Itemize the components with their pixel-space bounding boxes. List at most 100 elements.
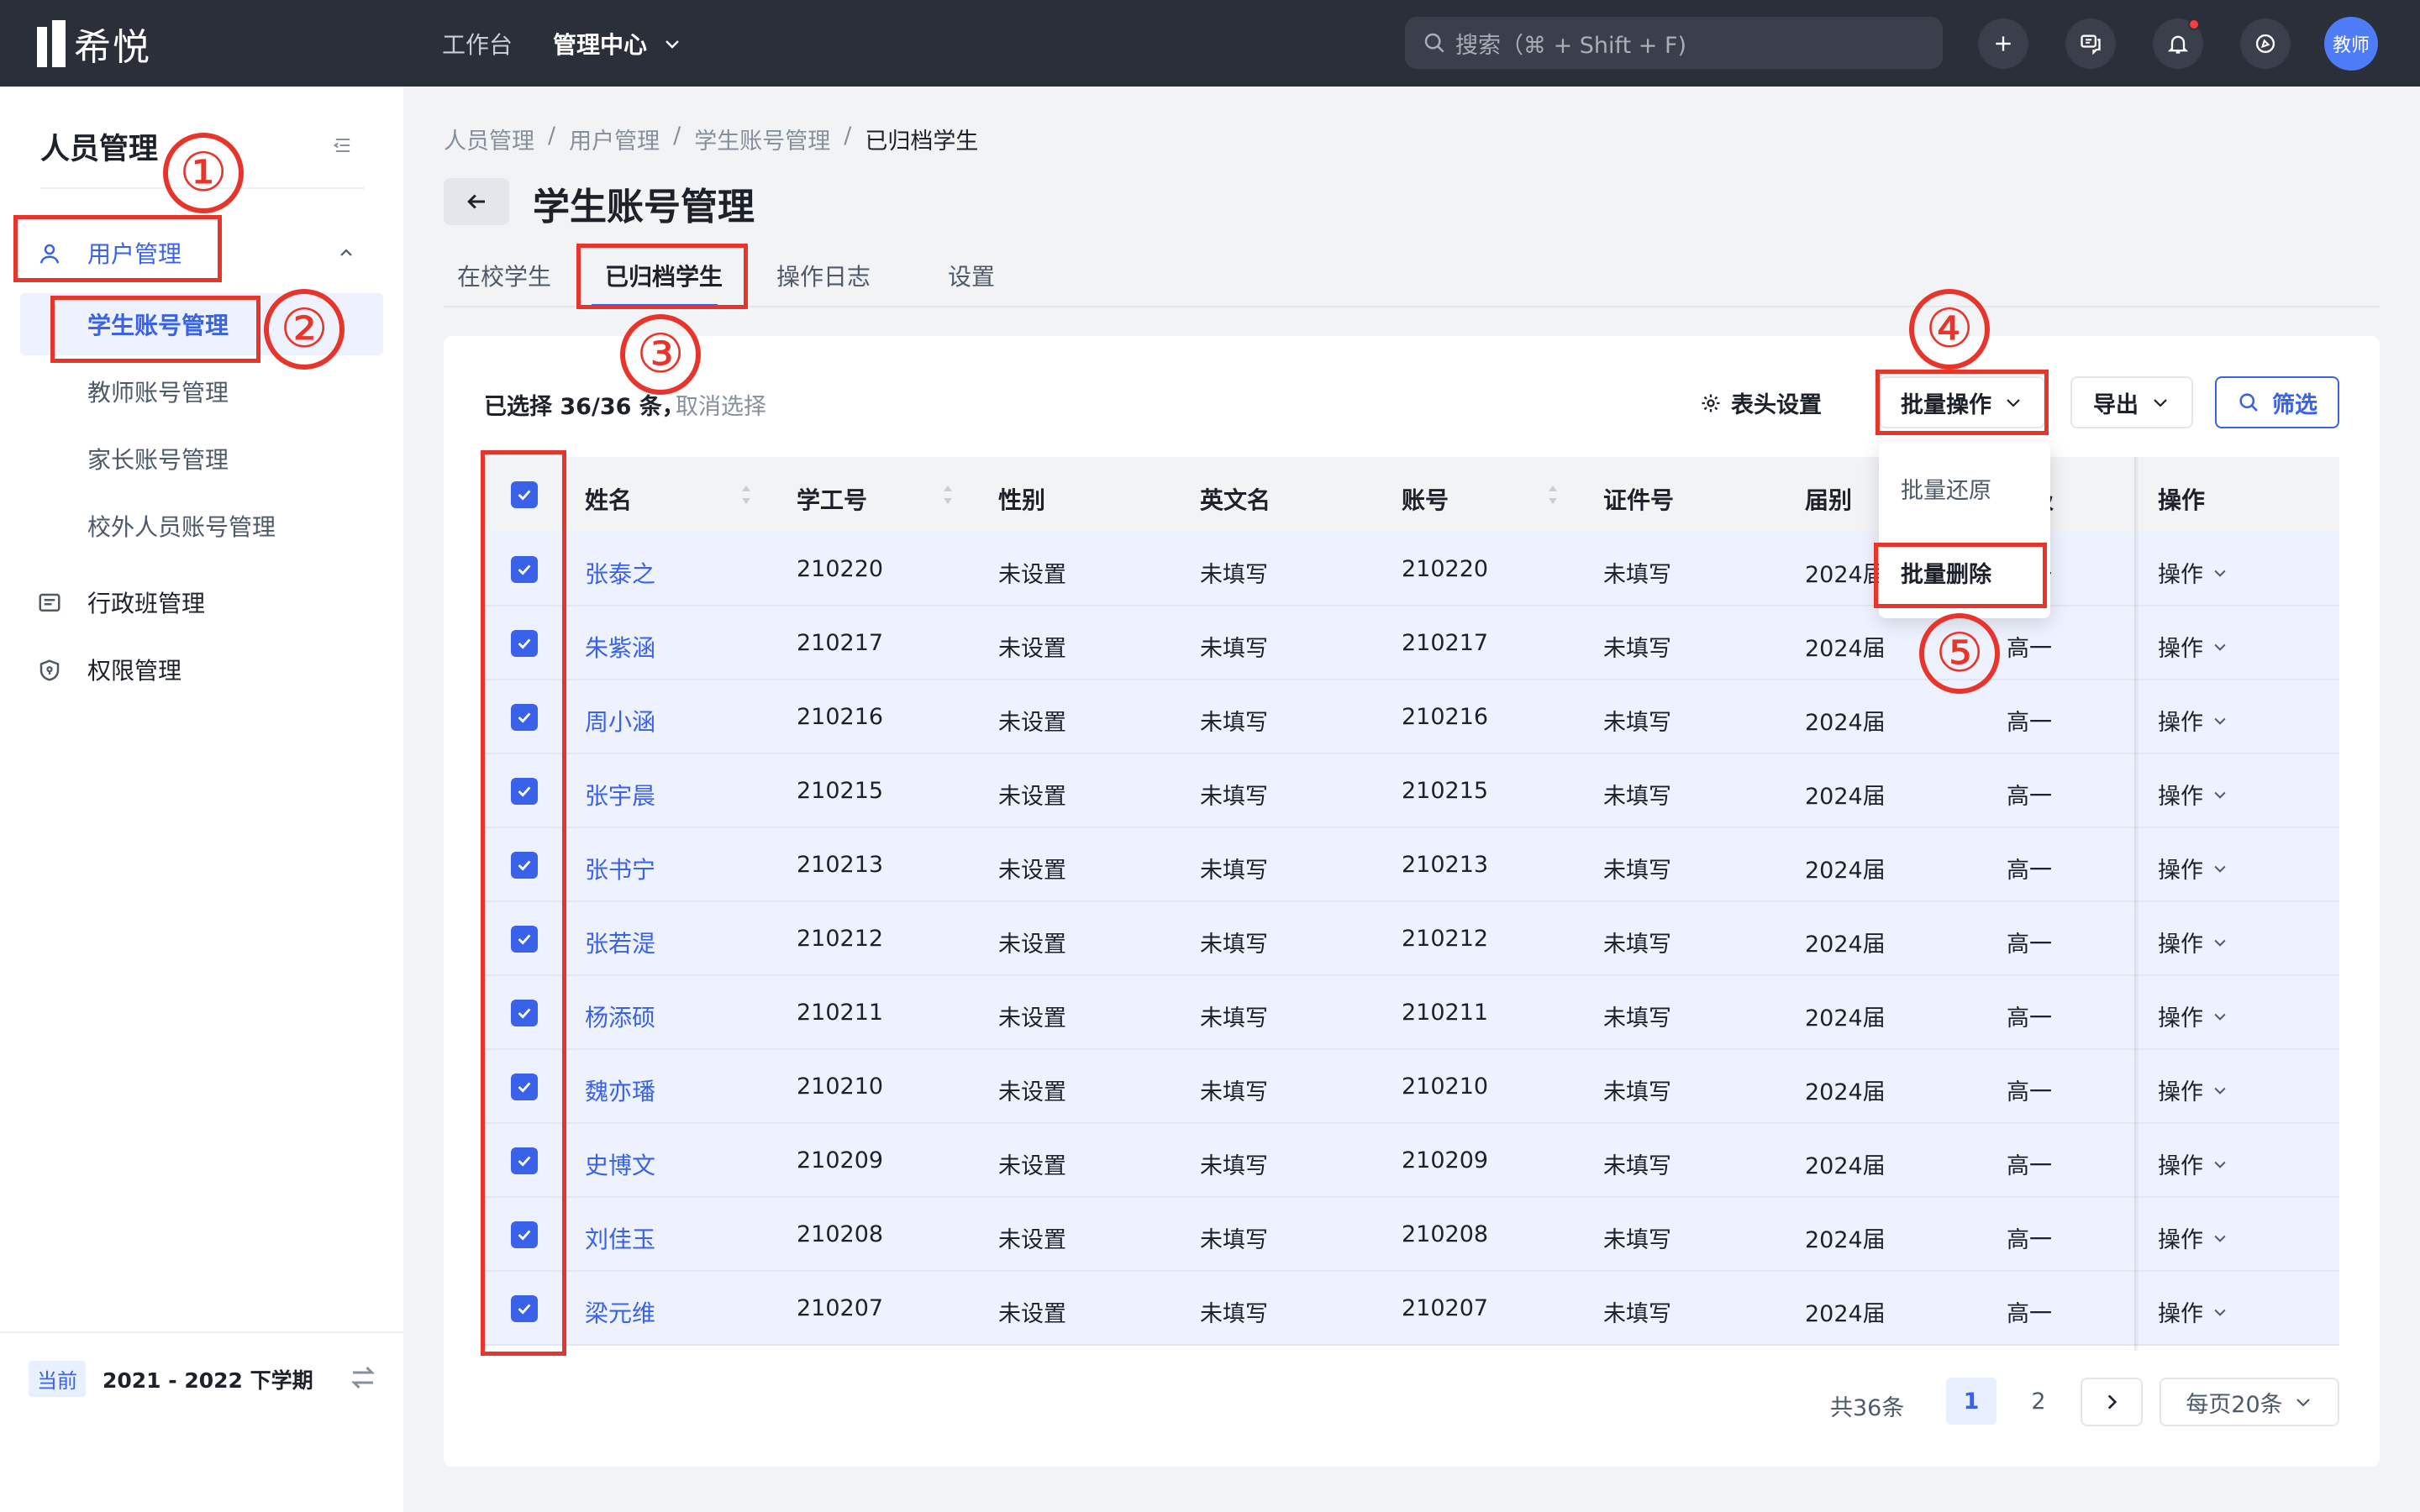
- cell-student-id: 210210: [797, 1074, 884, 1100]
- tab-operation-log[interactable]: 操作日志: [776, 259, 871, 292]
- chevron-down-icon: [2214, 717, 2226, 725]
- page-button-2[interactable]: 2: [2013, 1378, 2064, 1425]
- cell-name[interactable]: 魏亦璠: [585, 1074, 655, 1107]
- sidebar-item-parent-accounts[interactable]: 家长账号管理: [20, 428, 383, 490]
- table-row[interactable]: 朱紫涵 210217 未设置 未填写 210217 未填写 2024届 高一 操作: [484, 606, 2339, 680]
- annotation-box-4: [1876, 370, 2049, 435]
- cell-id-number: 未填写: [1603, 1301, 1671, 1327]
- filter-label: 筛选: [2272, 391, 2317, 418]
- table-row[interactable]: 魏亦璠 210210 未设置 未填写 210210 未填写 2024届 高一 操作: [484, 1050, 2339, 1124]
- sidebar-footer-divider: [0, 1331, 403, 1333]
- sidebar-item-label: 权限管理: [87, 657, 182, 685]
- messages-button[interactable]: [2065, 18, 2116, 69]
- sidebar-item-admin-class[interactable]: 行政班管理: [0, 572, 403, 633]
- annotation-box-1: [13, 215, 222, 282]
- sort-icon[interactable]: [739, 482, 753, 507]
- column-header-name[interactable]: 姓名: [585, 482, 632, 516]
- tab-enrolled-students[interactable]: 在校学生: [457, 259, 551, 292]
- sidebar-item-teacher-accounts[interactable]: 教师账号管理: [20, 360, 383, 423]
- next-page-button[interactable]: [2081, 1378, 2143, 1426]
- row-actions-dropdown[interactable]: 操作: [2158, 1221, 2228, 1254]
- back-button[interactable]: [444, 178, 509, 225]
- cell-gender: 未设置: [998, 710, 1066, 736]
- row-actions-dropdown[interactable]: 操作: [2158, 1000, 2228, 1032]
- column-settings-button[interactable]: 表头设置: [1699, 386, 1822, 419]
- sort-icon[interactable]: [1546, 482, 1560, 507]
- export-button[interactable]: 导出: [2070, 376, 2193, 428]
- cell-account: 210211: [1402, 1000, 1489, 1026]
- cell-name[interactable]: 梁元维: [585, 1295, 655, 1329]
- cell-id-number: 未填写: [1603, 636, 1671, 662]
- class-list-icon: [39, 593, 60, 612]
- cell-english-name: 未填写: [1200, 932, 1268, 958]
- cell-cohort: 2024届: [1805, 1153, 1886, 1179]
- chevron-down-icon: [2214, 939, 2226, 947]
- notifications-button[interactable]: [2153, 18, 2203, 69]
- cell-name[interactable]: 张泰之: [585, 556, 655, 590]
- tab-settings[interactable]: 设置: [948, 259, 995, 292]
- table-row[interactable]: 张书宁 210213 未设置 未填写 210213 未填写 2024届 高一 操作: [484, 828, 2339, 902]
- cell-name[interactable]: 朱紫涵: [585, 630, 655, 664]
- row-actions-dropdown[interactable]: 操作: [2158, 630, 2228, 663]
- cell-cohort: 2024届: [1805, 1005, 1886, 1032]
- row-actions-dropdown[interactable]: 操作: [2158, 852, 2228, 885]
- cell-gender: 未设置: [998, 1301, 1066, 1327]
- nav-workbench[interactable]: 工作台: [442, 0, 513, 87]
- table-row[interactable]: 梁元维 210207 未设置 未填写 210207 未填写 2024届 高一 操作: [484, 1272, 2339, 1346]
- row-actions-dropdown[interactable]: 操作: [2158, 556, 2228, 589]
- cell-id-number: 未填写: [1603, 858, 1671, 884]
- page-size-select[interactable]: 每页20条: [2160, 1378, 2339, 1426]
- table-row[interactable]: 张若湜 210212 未设置 未填写 210212 未填写 2024届 高一 操作: [484, 902, 2339, 976]
- column-header-account[interactable]: 账号: [1402, 482, 1449, 516]
- page-button-1[interactable]: 1: [1946, 1378, 1996, 1425]
- help-button[interactable]: [2240, 18, 2291, 69]
- cell-name[interactable]: 刘佳玉: [585, 1221, 655, 1255]
- row-actions-dropdown[interactable]: 操作: [2158, 704, 2228, 737]
- cell-name[interactable]: 史博文: [585, 1147, 655, 1181]
- row-actions-dropdown[interactable]: 操作: [2158, 1074, 2228, 1106]
- logo-text: 希悦: [74, 26, 151, 69]
- breadcrumb-item[interactable]: 人员管理: [444, 123, 534, 155]
- chevron-down-icon: [2214, 1309, 2226, 1316]
- cell-grade: 高一: [2007, 932, 2052, 958]
- user-avatar[interactable]: 教师: [2324, 17, 2378, 71]
- table-row[interactable]: 史博文 210209 未设置 未填写 210209 未填写 2024届 高一 操作: [484, 1124, 2339, 1198]
- app-logo[interactable]: 希悦: [37, 20, 151, 69]
- breadcrumb-item[interactable]: 用户管理: [569, 123, 660, 155]
- sort-icon[interactable]: [941, 482, 955, 507]
- table-row[interactable]: 杨添硕 210211 未设置 未填写 210211 未填写 2024届 高一 操作: [484, 976, 2339, 1050]
- row-actions-dropdown[interactable]: 操作: [2158, 778, 2228, 811]
- table-row[interactable]: 周小涵 210216 未设置 未填写 210216 未填写 2024届 高一 操作: [484, 680, 2339, 754]
- column-header-student-id[interactable]: 学工号: [797, 482, 867, 516]
- nav-admin-center[interactable]: 管理中心: [553, 0, 682, 87]
- filter-button[interactable]: 筛选: [2215, 376, 2339, 428]
- row-actions-dropdown[interactable]: 操作: [2158, 926, 2228, 958]
- breadcrumb-item[interactable]: 学生账号管理: [694, 123, 830, 155]
- cancel-selection-link[interactable]: 取消选择: [676, 388, 766, 421]
- logo-mark-icon: [37, 20, 66, 67]
- table-row[interactable]: 张宇晨 210215 未设置 未填写 210215 未填写 2024届 高一 操作: [484, 754, 2339, 828]
- cell-name[interactable]: 周小涵: [585, 704, 655, 738]
- row-actions-dropdown[interactable]: 操作: [2158, 1295, 2228, 1328]
- cell-name[interactable]: 杨添硕: [585, 1000, 655, 1033]
- cell-name[interactable]: 张书宁: [585, 852, 655, 885]
- row-actions-label: 操作: [2158, 636, 2203, 662]
- cell-student-id: 210215: [797, 778, 884, 804]
- sidebar-item-external-accounts[interactable]: 校外人员账号管理: [20, 495, 383, 557]
- cell-name[interactable]: 张若湜: [585, 926, 655, 959]
- add-button[interactable]: [1978, 18, 2028, 69]
- annotation-box-5: [1874, 543, 2047, 608]
- row-actions-dropdown[interactable]: 操作: [2158, 1147, 2228, 1180]
- chevron-down-icon: [2296, 1399, 2310, 1407]
- breadcrumb-separator: /: [673, 123, 681, 149]
- table-row[interactable]: 刘佳玉 210208 未设置 未填写 210208 未填写 2024届 高一 操作: [484, 1198, 2339, 1272]
- plus-icon: [1996, 36, 2011, 51]
- row-actions-label: 操作: [2158, 1227, 2203, 1253]
- collapse-sidebar-icon[interactable]: [331, 134, 355, 157]
- sidebar-item-permissions[interactable]: 权限管理: [0, 639, 403, 700]
- menu-item-bulk-restore[interactable]: 批量还原: [1901, 472, 1991, 505]
- global-search-input[interactable]: 搜索（⌘ + Shift + F): [1405, 17, 1943, 69]
- cell-name[interactable]: 张宇晨: [585, 778, 655, 811]
- table-row[interactable]: 张泰之210220未设置未填写210220未填写2024届高一操作: [484, 533, 2339, 606]
- swap-term-icon[interactable]: [348, 1362, 378, 1393]
